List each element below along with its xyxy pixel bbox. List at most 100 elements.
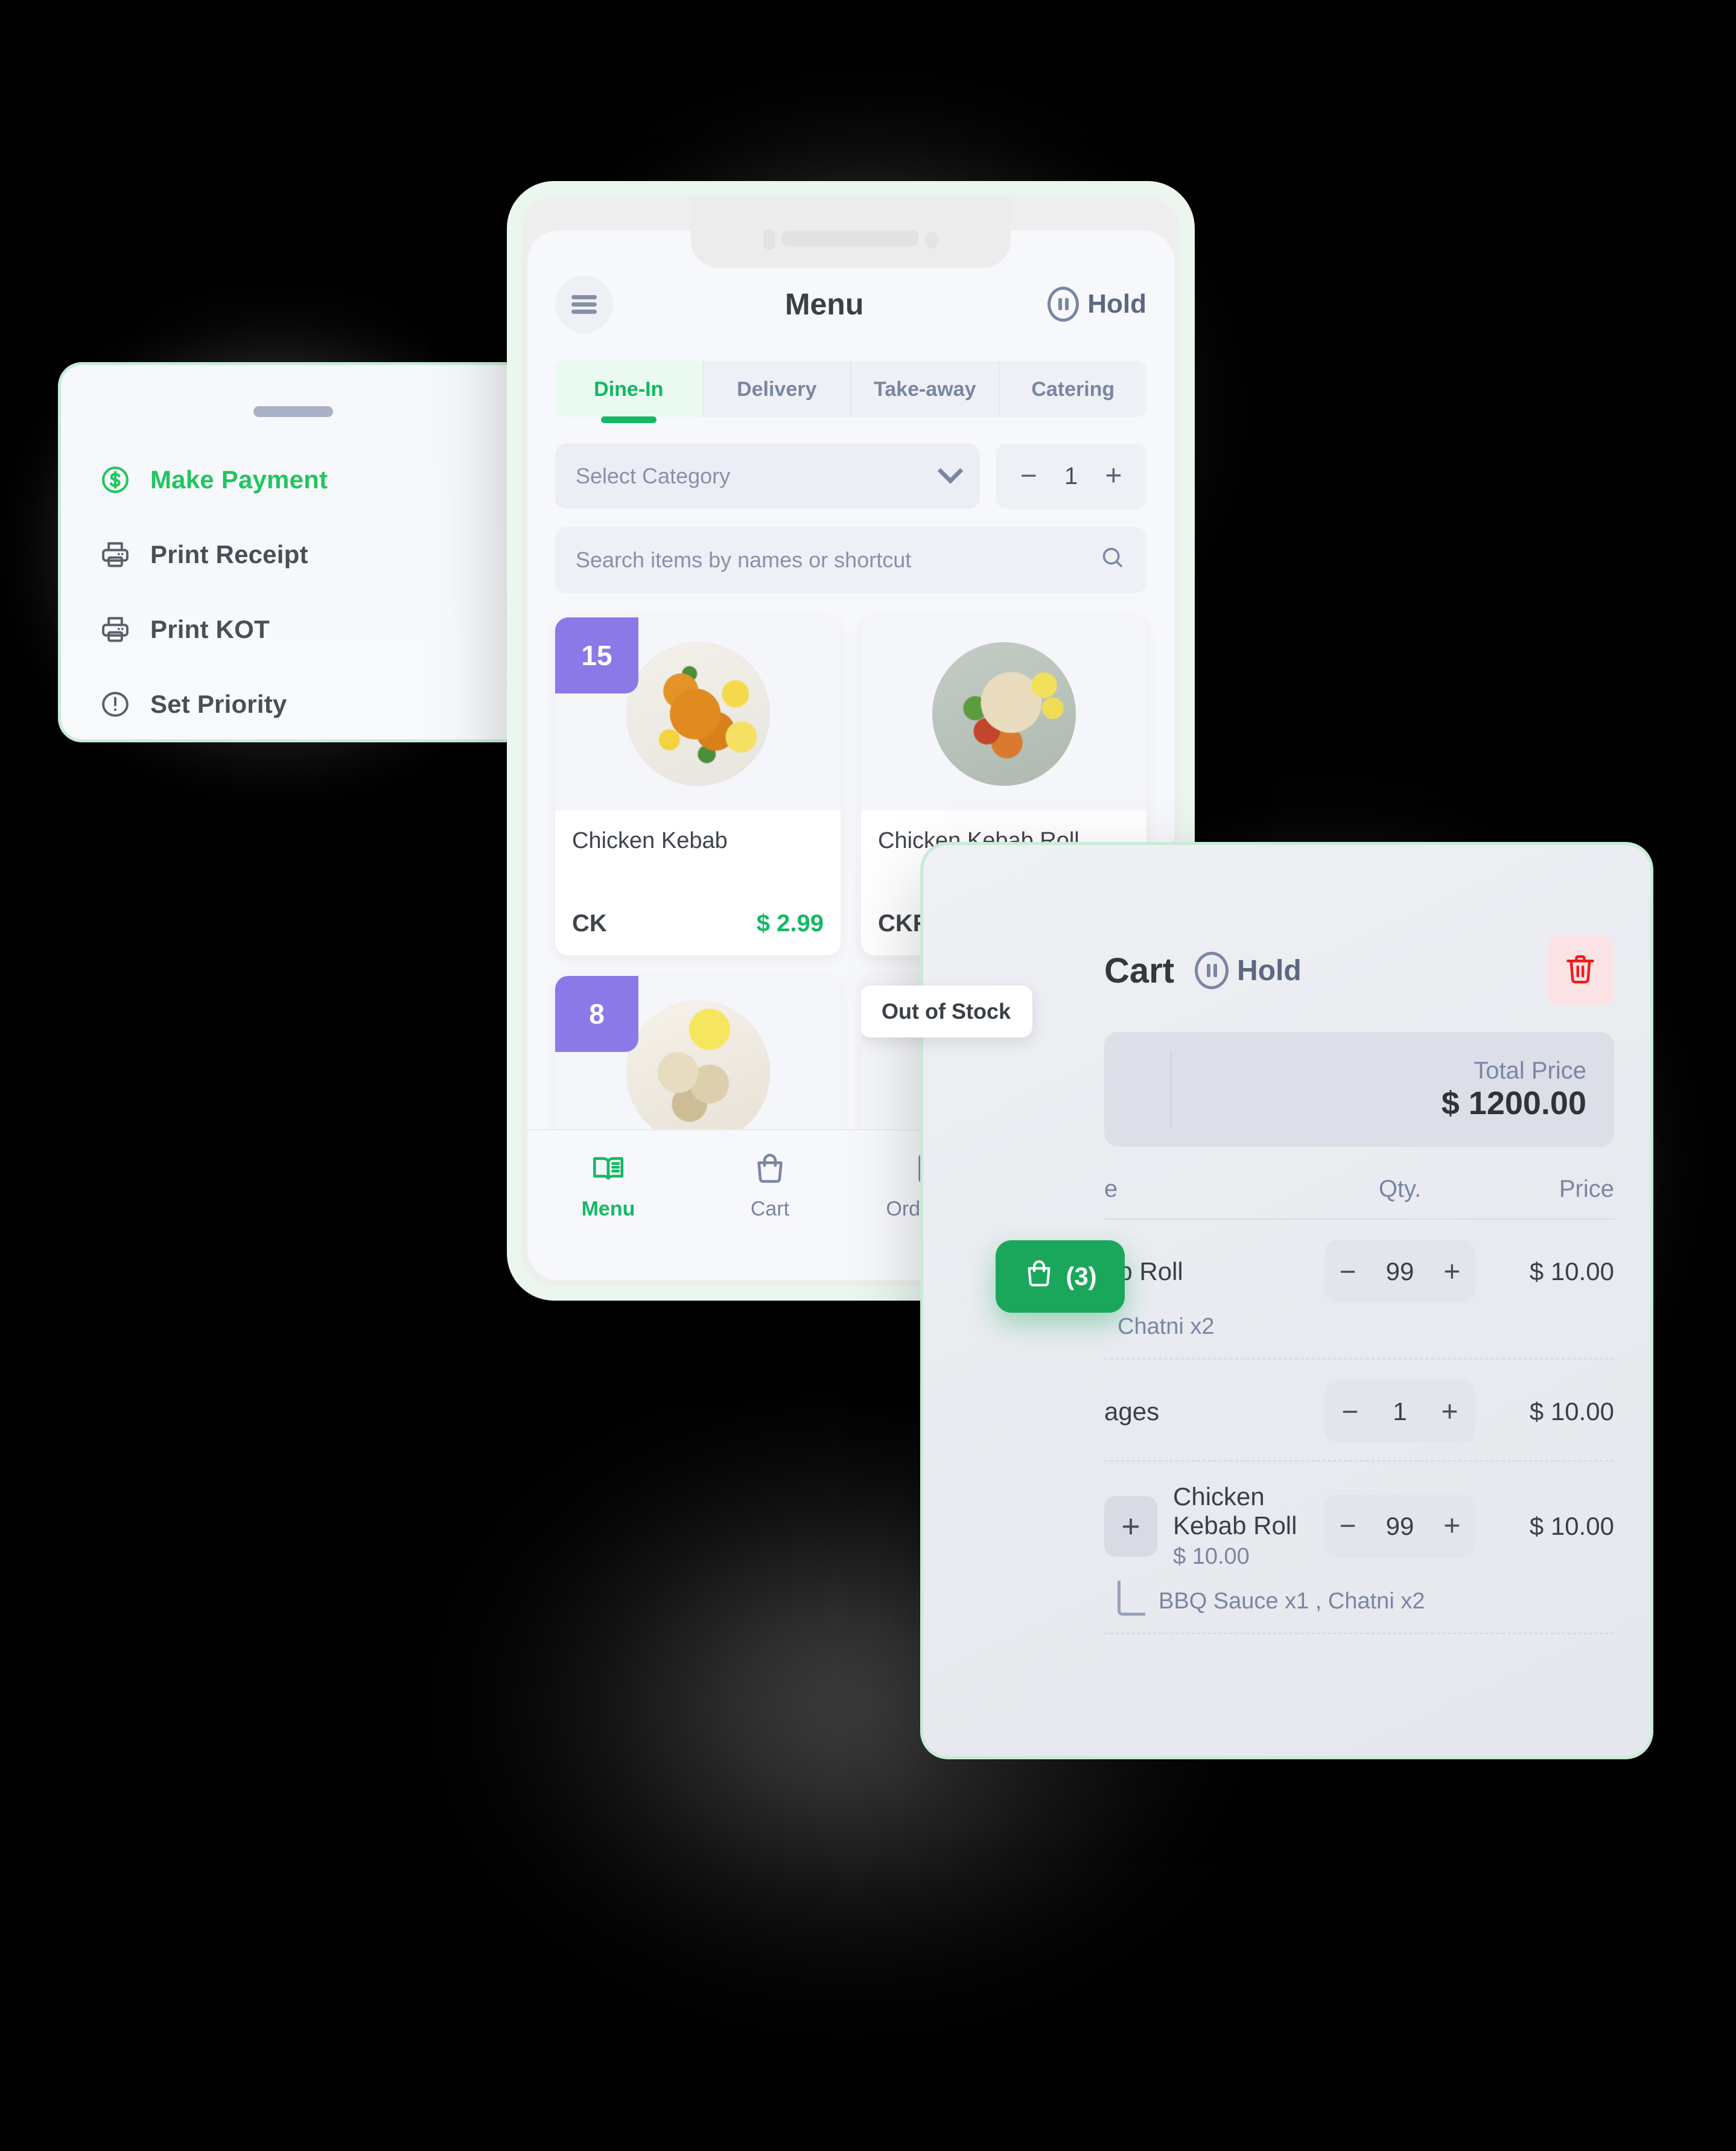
cart-row: ages − 1 + $ 10.00: [1104, 1360, 1614, 1462]
cart-item-addons: Chatni x2: [1104, 1314, 1614, 1341]
qty-value: 1: [1393, 1397, 1407, 1426]
printer-icon: [100, 614, 131, 645]
tab-label: Cart: [750, 1197, 790, 1220]
qty-increment-button[interactable]: +: [1443, 1509, 1460, 1543]
cart-item-price: $ 10.00: [1529, 1257, 1614, 1286]
cart-title: Cart: [1104, 951, 1175, 990]
earpiece-speaker: [781, 231, 920, 246]
shopping-bag-icon: [1023, 1256, 1055, 1297]
cart-item-price: $ 10.00: [1529, 1397, 1614, 1426]
total-price-box: Total Price $ 1200.00: [1104, 1032, 1614, 1147]
cart-item-name: ab Roll: [1104, 1257, 1183, 1286]
search-input[interactable]: Search items by names or shortcut: [555, 527, 1146, 593]
cart-hold-label: Hold: [1237, 954, 1302, 987]
action-label: Make Payment: [150, 465, 328, 494]
cart-qty-stepper[interactable]: − 99 +: [1324, 1240, 1475, 1303]
column-header-item: e: [1104, 1176, 1118, 1202]
stock-badge: 8: [555, 976, 638, 1052]
cart-fab-button[interactable]: (3): [996, 1240, 1125, 1313]
quantity-increment-button[interactable]: +: [1105, 462, 1122, 491]
tab-label: Dine-In: [594, 378, 664, 401]
product-meta: CK $ 2.99: [572, 910, 824, 937]
alert-circle-icon: [100, 689, 131, 720]
pause-circle-icon: [1048, 287, 1079, 322]
action-label: Print Receipt: [150, 540, 308, 569]
cart-item-name: Chicken Kebab Roll: [1173, 1482, 1297, 1540]
tab-label: Delivery: [737, 378, 817, 401]
cart-item-unit-price: $ 10.00: [1173, 1544, 1250, 1569]
total-price-label: Total Price: [1474, 1057, 1586, 1084]
tab-take-away[interactable]: Take-away: [851, 361, 1000, 417]
cart-qty-stepper[interactable]: − 99 +: [1324, 1494, 1475, 1558]
tab-label: Take-away: [874, 378, 976, 401]
tab-dine-in[interactable]: Dine-In: [555, 361, 704, 417]
product-media: 15: [555, 617, 841, 811]
book-open-icon: [591, 1151, 626, 1189]
cart-qty-stepper[interactable]: − 1 +: [1324, 1380, 1475, 1443]
action-print-receipt[interactable]: Print Receipt: [61, 517, 526, 592]
column-header-price: Price: [1559, 1176, 1614, 1202]
qty-decrement-button[interactable]: −: [1340, 1255, 1356, 1289]
product-price: $ 2.99: [756, 910, 824, 937]
drag-handle[interactable]: [253, 406, 333, 417]
action-label: Set Priority: [150, 690, 287, 718]
front-camera-icon: [918, 225, 946, 256]
cart-header: Cart Hold: [1104, 935, 1614, 1005]
tab-delivery[interactable]: Delivery: [703, 361, 851, 417]
qty-increment-button[interactable]: +: [1442, 1395, 1458, 1429]
order-actions-card: Make Payment Print Receipt Print KOT Set…: [58, 362, 529, 742]
shopping-bag-icon: [752, 1151, 787, 1189]
total-divider: [1171, 1053, 1172, 1126]
product-card[interactable]: 15 Chicken Kebab CK $ 2.99: [555, 617, 841, 955]
qty-decrement-button[interactable]: −: [1341, 1395, 1358, 1429]
hold-button[interactable]: Hold: [1048, 287, 1146, 322]
out-of-stock-badge: Out of Stock: [861, 986, 1032, 1037]
product-name: Chicken Kebab: [572, 828, 728, 853]
printer-icon: [100, 539, 131, 570]
order-type-tabs: Dine-In Delivery Take-away Catering: [555, 361, 1146, 417]
stock-badge: 15: [555, 617, 638, 693]
qty-increment-button[interactable]: +: [1443, 1255, 1460, 1289]
search-icon: [1099, 544, 1126, 576]
product-image: [932, 642, 1076, 786]
pause-circle-icon: [1195, 952, 1229, 989]
quantity-stepper[interactable]: − 1 +: [996, 444, 1146, 509]
cart-item-name: ages: [1104, 1397, 1160, 1426]
trash-icon: [1563, 951, 1597, 991]
cart-item-addons: BBQ Sauce x1 , Chatni x2: [1104, 1581, 1614, 1616]
action-print-kot[interactable]: Print KOT: [61, 592, 526, 667]
app-bar: Menu Hold: [555, 275, 1146, 333]
action-set-priority[interactable]: Set Priority: [61, 667, 526, 739]
hold-label: Hold: [1087, 289, 1146, 319]
order-actions-list: Make Payment Print Receipt Print KOT Set…: [61, 442, 526, 739]
dollar-circle-icon: [100, 464, 131, 496]
composition-stage: Make Payment Print Receipt Print KOT Set…: [0, 0, 1736, 2151]
tab-menu[interactable]: Menu: [527, 1151, 689, 1221]
quantity-value: 1: [1064, 462, 1078, 489]
product-body: Chicken Kebab CK $ 2.99: [555, 811, 841, 955]
cart-item-price: $ 10.00: [1529, 1511, 1614, 1540]
product-image: [626, 642, 770, 786]
qty-decrement-button[interactable]: −: [1340, 1509, 1356, 1543]
product-code: CK: [572, 910, 607, 937]
cart-addon-text: Chatni x2: [1118, 1314, 1215, 1339]
filters-row: Select Category − 1 +: [555, 444, 1146, 509]
sensor-dot-icon: [763, 229, 775, 250]
cart-row: ab Roll − 99 + $ 10.00 Chatni x2: [1104, 1220, 1614, 1360]
cart-row: + Chicken Kebab Roll $ 10.00 − 99 + $ 10…: [1104, 1462, 1614, 1634]
cart-column-headers: e Qty. Price: [1104, 1176, 1614, 1220]
cart-item-expand-button[interactable]: +: [1104, 1496, 1157, 1557]
cart-hold-button[interactable]: Hold: [1195, 952, 1302, 989]
tab-catering[interactable]: Catering: [999, 361, 1146, 417]
qty-value: 99: [1385, 1257, 1414, 1286]
clear-cart-button[interactable]: [1547, 935, 1614, 1005]
quantity-decrement-button[interactable]: −: [1020, 462, 1037, 491]
product-image: [626, 1001, 770, 1144]
category-select[interactable]: Select Category: [555, 444, 980, 509]
cart-addon-text: BBQ Sauce x1 , Chatni x2: [1159, 1589, 1425, 1614]
action-make-payment[interactable]: Make Payment: [61, 442, 526, 517]
chevron-down-icon: [937, 458, 964, 484]
category-select-value: Select Category: [576, 464, 731, 488]
qty-value: 99: [1385, 1511, 1414, 1540]
tab-cart[interactable]: Cart: [689, 1151, 851, 1221]
